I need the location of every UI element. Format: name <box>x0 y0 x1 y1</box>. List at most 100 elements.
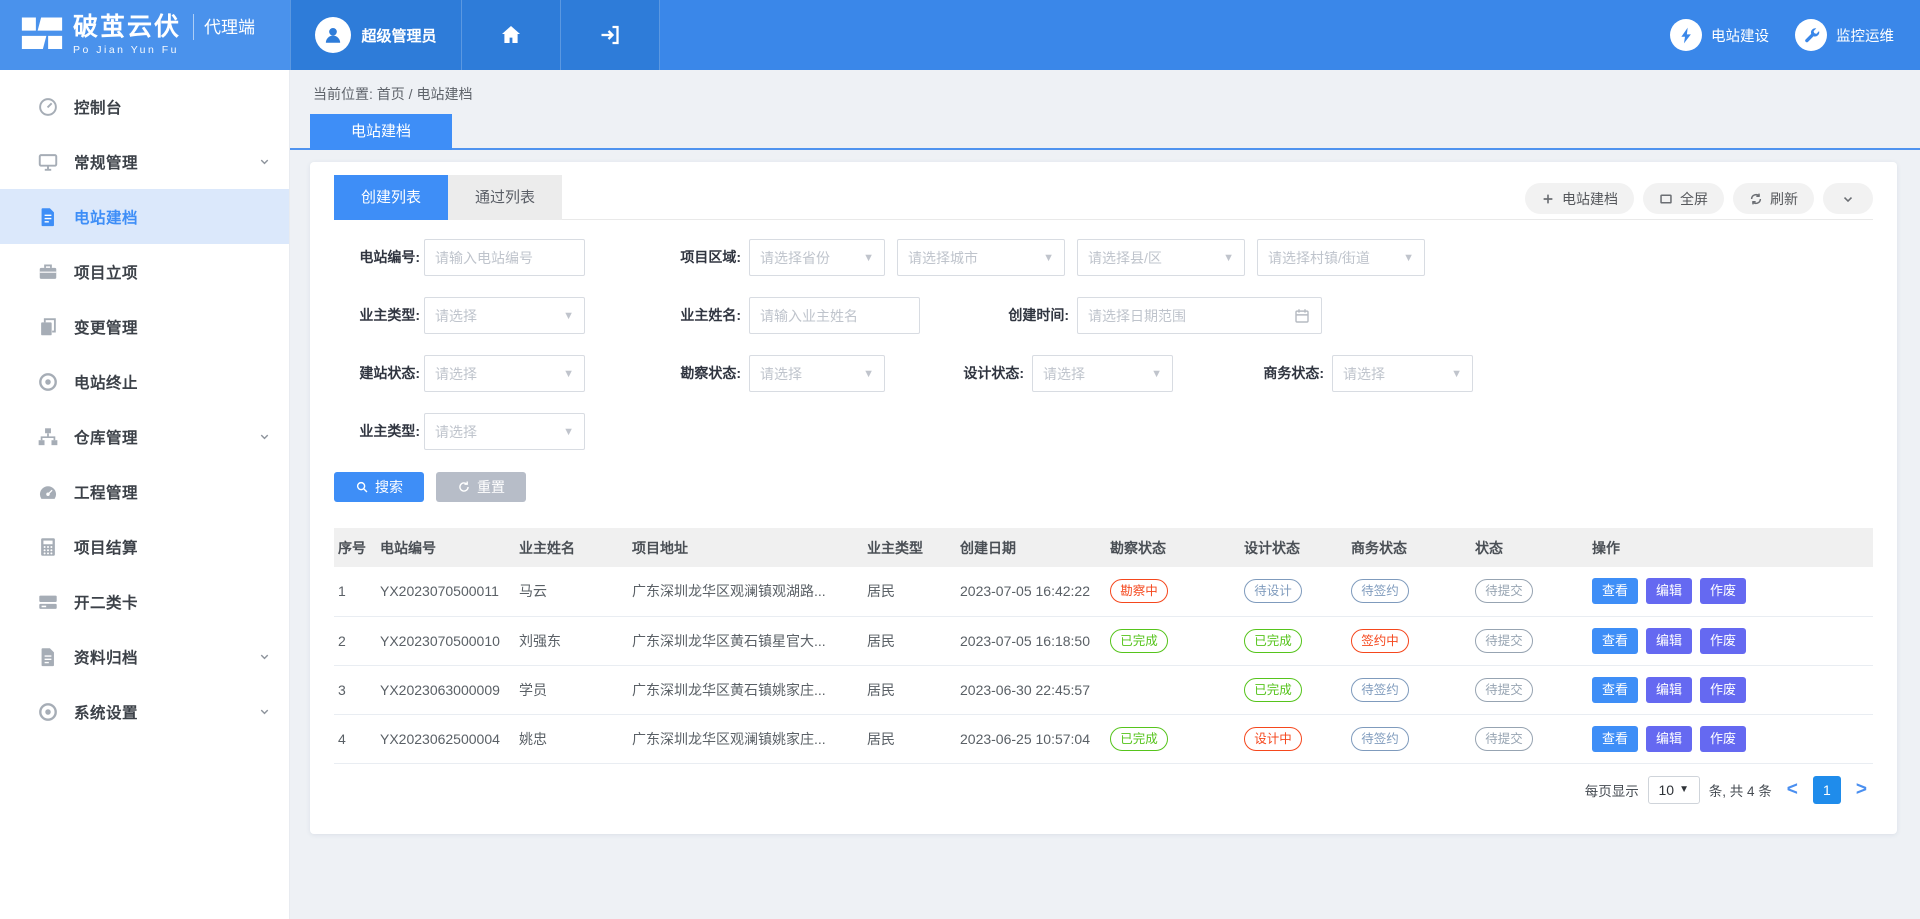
nav-station-build-label: 电站建设 <box>1711 25 1769 46</box>
sidebar-item-4[interactable]: 项目立项 <box>0 244 289 299</box>
filter-select[interactable]: 请选择▼ <box>1032 355 1173 392</box>
status-cell: 已完成 <box>1240 665 1347 714</box>
filter-select[interactable]: 请选择▼ <box>749 355 885 392</box>
tab-passed-list[interactable]: 通过列表 <box>448 175 562 220</box>
sidebar-item-3[interactable]: 电站建档 <box>0 189 289 244</box>
edit-button[interactable]: 编辑 <box>1646 726 1692 752</box>
status-badge: 设计中 <box>1244 727 1302 751</box>
owner-type: 居民 <box>863 665 956 714</box>
view-button[interactable]: 查看 <box>1592 726 1638 752</box>
sidebar-item-8[interactable]: 工程管理 <box>0 464 289 519</box>
status-cell: 已完成 <box>1106 714 1240 763</box>
toolbar-button-label: 电站建档 <box>1562 189 1618 209</box>
nav-station-build[interactable]: 电站建设 <box>1670 0 1769 70</box>
view-button[interactable]: 查看 <box>1592 628 1638 654</box>
void-button[interactable]: 作废 <box>1700 628 1746 654</box>
row-index: 2 <box>334 616 376 665</box>
current-user[interactable]: 超级管理员 <box>290 0 462 70</box>
table-row: 3YX2023063000009学员广东深圳龙华区黄石镇姚家庄...居民2023… <box>334 665 1873 714</box>
sidebar: 控制台常规管理电站建档项目立项变更管理电站终止仓库管理工程管理项目结算开二类卡资… <box>0 70 290 919</box>
filter-select[interactable]: 请选择▼ <box>424 297 585 334</box>
filter-select[interactable]: 请选择村镇/街道▼ <box>1257 239 1425 276</box>
add-station-button[interactable]: 电站建档 <box>1525 183 1634 214</box>
chevron-down-icon: ▼ <box>563 368 574 380</box>
chevron-down-icon <box>258 705 271 718</box>
pagination: 每页显示 10▼ 条, 共 4 条 < 1 > <box>334 776 1873 804</box>
page-tab-station-archive[interactable]: 电站建档 <box>310 114 452 150</box>
status-cell: 签约中 <box>1347 616 1471 665</box>
project-address: 广东深圳龙华区观澜镇姚家庄... <box>628 714 863 763</box>
status-cell: 待签约 <box>1347 567 1471 616</box>
tab-create-list[interactable]: 创建列表 <box>334 175 448 220</box>
collapse-button[interactable] <box>1823 183 1873 214</box>
sidebar-item-label: 资料归档 <box>74 646 138 668</box>
owner-type: 居民 <box>863 616 956 665</box>
sidebar-item-label: 工程管理 <box>74 481 138 503</box>
status-badge: 待设计 <box>1244 579 1302 603</box>
edit-button[interactable]: 编辑 <box>1646 677 1692 703</box>
station-code: YX2023070500010 <box>376 616 515 665</box>
placeholder-text: 请选择省份 <box>760 248 857 268</box>
sidebar-item-12[interactable]: 系统设置 <box>0 684 289 739</box>
sidebar-item-label: 开二类卡 <box>74 591 138 613</box>
search-button[interactable]: 搜索 <box>334 472 424 502</box>
placeholder-text: 请选择 <box>435 422 557 442</box>
filter-select[interactable]: 请选择省份▼ <box>749 239 885 276</box>
row-index: 4 <box>334 714 376 763</box>
edit-button[interactable]: 编辑 <box>1646 628 1692 654</box>
sidebar-item-label: 控制台 <box>74 96 122 118</box>
chevron-down-icon: ▼ <box>1679 784 1689 795</box>
filter-select[interactable]: 请选择▼ <box>1332 355 1473 392</box>
sidebar-item-2[interactable]: 常规管理 <box>0 134 289 189</box>
filter-select[interactable]: 请选择城市▼ <box>897 239 1065 276</box>
person-icon <box>322 24 344 46</box>
refresh-button[interactable]: 刷新 <box>1733 183 1814 214</box>
column-header: 设计状态 <box>1240 528 1347 567</box>
filter-input[interactable]: 请输入电站编号 <box>424 239 585 276</box>
logout-button[interactable] <box>561 0 660 70</box>
date-range-input[interactable]: 请选择日期范围 <box>1077 297 1322 334</box>
void-button[interactable]: 作废 <box>1700 677 1746 703</box>
nav-monitor-ops[interactable]: 监控运维 <box>1795 0 1894 70</box>
sidebar-item-7[interactable]: 仓库管理 <box>0 409 289 464</box>
copy-icon <box>37 316 59 338</box>
placeholder-text: 请选择 <box>1043 364 1145 384</box>
void-button[interactable]: 作废 <box>1700 578 1746 604</box>
filter-select[interactable]: 请选择▼ <box>424 355 585 392</box>
prev-page-button[interactable]: < <box>1781 776 1804 804</box>
sidebar-item-10[interactable]: 开二类卡 <box>0 574 289 629</box>
filter-select[interactable]: 请选择县/区▼ <box>1077 239 1245 276</box>
chevron-down-icon: ▼ <box>1451 368 1462 380</box>
row-actions: 查看编辑作废 <box>1588 714 1873 763</box>
view-button[interactable]: 查看 <box>1592 578 1638 604</box>
edit-button[interactable]: 编辑 <box>1646 578 1692 604</box>
filter-select[interactable]: 请选择▼ <box>424 413 585 450</box>
sidebar-item-9[interactable]: 项目结算 <box>0 519 289 574</box>
monitor-icon <box>37 151 59 173</box>
created-date: 2023-07-05 16:42:22 <box>956 567 1106 616</box>
reset-button[interactable]: 重置 <box>436 472 526 502</box>
row-index: 1 <box>334 567 376 616</box>
owner-name: 姚忠 <box>515 714 628 763</box>
current-page-button[interactable]: 1 <box>1813 776 1841 804</box>
sidebar-item-6[interactable]: 电站终止 <box>0 354 289 409</box>
stop-icon <box>37 371 59 393</box>
created-date: 2023-07-05 16:18:50 <box>956 616 1106 665</box>
fullscreen-button[interactable]: 全屏 <box>1643 183 1724 214</box>
sidebar-item-5[interactable]: 变更管理 <box>0 299 289 354</box>
sidebar-item-11[interactable]: 资料归档 <box>0 629 289 684</box>
table-row: 4YX2023062500004姚忠广东深圳龙华区观澜镇姚家庄...居民2023… <box>334 714 1873 763</box>
fullscreen-icon <box>1659 192 1673 206</box>
user-name: 超级管理员 <box>361 25 436 46</box>
per-page-select[interactable]: 10▼ <box>1648 776 1700 804</box>
next-page-button[interactable]: > <box>1850 776 1873 804</box>
column-header: 状态 <box>1471 528 1588 567</box>
owner-type: 居民 <box>863 714 956 763</box>
placeholder-text: 请选择日期范围 <box>1088 306 1287 326</box>
view-button[interactable]: 查看 <box>1592 677 1638 703</box>
void-button[interactable]: 作废 <box>1700 726 1746 752</box>
table-row: 2YX2023070500010刘强东广东深圳龙华区黄石镇星官大...居民202… <box>334 616 1873 665</box>
home-button[interactable] <box>462 0 561 70</box>
filter-input[interactable]: 请输入业主姓名 <box>749 297 920 334</box>
sidebar-item-1[interactable]: 控制台 <box>0 79 289 134</box>
